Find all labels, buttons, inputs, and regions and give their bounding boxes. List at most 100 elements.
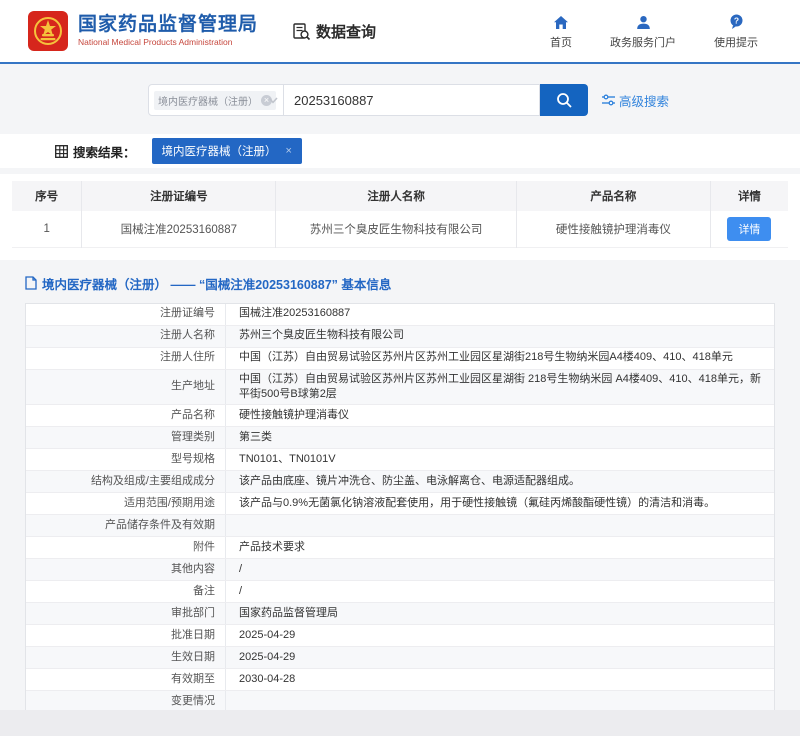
results-filter-tag-label: 境内医疗器械（注册）	[162, 143, 277, 159]
detail-row-storage-validity: 产品储存条件及有效期	[26, 515, 774, 537]
detail-value: 中国（江苏）自由贸易试验区苏州片区苏州工业园区星湖街 218号生物纳米园 A4楼…	[226, 370, 774, 405]
detail-value: /	[226, 559, 774, 580]
cell-reg-no: 国械注准20253160887	[82, 211, 276, 247]
detail-value: 国械注准20253160887	[226, 304, 774, 325]
cell-index: 1	[12, 211, 82, 247]
search-button[interactable]	[540, 84, 588, 116]
basic-info-section-header: 境内医疗器械（注册） —— “国械注准20253160887” 基本信息	[25, 274, 800, 293]
detail-row-approval-date: 批准日期 2025-04-29	[26, 625, 774, 647]
module-label: 数据查询	[316, 21, 376, 42]
detail-value: TN0101、TN0101V	[226, 449, 774, 470]
detail-label: 备注	[26, 581, 226, 602]
detail-row-management-class: 管理类别 第三类	[26, 427, 774, 449]
nav-item-home[interactable]: 首页	[550, 13, 572, 50]
results-header-row: 序号 注册证编号 注册人名称 产品名称 详情	[12, 181, 788, 211]
detail-value: 苏州三个臭皮匠生物科技有限公司	[226, 326, 774, 347]
user-icon	[636, 13, 651, 30]
search-area: 境内医疗器械（注册） × 高级搜索	[148, 84, 800, 116]
header: 国家药品监督管理局 National Medical Products Admi…	[0, 0, 800, 64]
detail-row-other-content: 其他内容 /	[26, 559, 774, 581]
hint-bubble-icon: ?	[729, 13, 744, 30]
search-input[interactable]	[284, 84, 540, 116]
detail-value: 第三类	[226, 427, 774, 448]
header-nav: 首页 政务服务门户 ? 使用提示	[550, 13, 758, 50]
detail-label: 型号规格	[26, 449, 226, 470]
module-data-query[interactable]: 数据查询	[292, 21, 376, 42]
nav-label-gov-portal: 政务服务门户	[610, 34, 676, 50]
footer-band	[0, 710, 800, 736]
results-filter-tag[interactable]: 境内医疗器械（注册） ×	[152, 138, 302, 164]
col-header-product: 产品名称	[516, 181, 710, 211]
detail-value: 2025-04-29	[226, 647, 774, 668]
data-query-icon	[292, 22, 311, 41]
detail-label: 其他内容	[26, 559, 226, 580]
results-bar-label: 搜索结果：	[73, 142, 136, 161]
detail-row-product-name: 产品名称 硬性接触镜护理消毒仪	[26, 405, 774, 427]
advanced-search-label: 高级搜索	[619, 91, 669, 110]
detail-row-reg-no: 注册证编号 国械注准20253160887	[26, 304, 774, 326]
detail-value: 该产品与0.9%无菌氯化钠溶液配套使用，用于硬性接触镜（氟硅丙烯酸酯硬性镜）的清…	[226, 493, 774, 514]
category-tag: 境内医疗器械（注册） ×	[154, 91, 276, 110]
detail-label: 注册证编号	[26, 304, 226, 325]
category-tag-label: 境内医疗器械（注册）	[158, 93, 258, 108]
detail-row-registrant-address: 注册人住所 中国（江苏）自由贸易试验区苏州片区苏州工业园区星湖街218号生物纳米…	[26, 348, 774, 370]
nav-item-usage-tips[interactable]: ? 使用提示	[714, 13, 758, 50]
row-detail-button[interactable]: 详情	[727, 217, 771, 241]
col-header-registrant: 注册人名称	[276, 181, 517, 211]
search-icon	[556, 92, 573, 109]
detail-row-composition: 结构及组成/主要组成成分 该产品由底座、镜片冲洗仓、防尘盖、电泳解离仓、电源适配…	[26, 471, 774, 493]
results-table-block: 序号 注册证编号 注册人名称 产品名称 详情 1 国械注准20253160887…	[0, 174, 800, 260]
chevron-down-icon	[268, 97, 278, 104]
advanced-search-link[interactable]: 高级搜索	[602, 91, 669, 110]
document-icon	[25, 276, 37, 290]
nav-item-gov-portal[interactable]: 政务服务门户	[610, 13, 676, 50]
col-header-index: 序号	[12, 181, 82, 211]
detail-label: 有效期至	[26, 669, 226, 690]
detail-value: 国家药品监督管理局	[226, 603, 774, 624]
detail-label: 适用范围/预期用途	[26, 493, 226, 514]
cell-product: 硬性接触镜护理消毒仪	[516, 211, 710, 247]
col-header-detail: 详情	[710, 181, 788, 211]
detail-value: 中国（江苏）自由贸易试验区苏州片区苏州工业园区星湖街218号生物纳米园A4楼40…	[226, 348, 774, 369]
search-category-select[interactable]: 境内医疗器械（注册） ×	[148, 84, 284, 116]
results-table: 序号 注册证编号 注册人名称 产品名称 详情 1 国械注准20253160887…	[12, 181, 788, 248]
detail-value: 硬性接触镜护理消毒仪	[226, 405, 774, 426]
detail-value	[226, 515, 774, 536]
detail-row-registrant-name: 注册人名称 苏州三个臭皮匠生物科技有限公司	[26, 326, 774, 348]
site-title: 国家药品监督管理局	[78, 14, 258, 36]
detail-label: 附件	[26, 537, 226, 558]
detail-label: 产品储存条件及有效期	[26, 515, 226, 536]
detail-row-expiry-date: 有效期至 2030-04-28	[26, 669, 774, 691]
svg-text:?: ?	[733, 15, 738, 25]
site-title-block: 国家药品监督管理局 National Medical Products Admi…	[78, 14, 258, 48]
detail-value: 2025-04-29	[226, 625, 774, 646]
detail-row-model-spec: 型号规格 TN0101、TN0101V	[26, 449, 774, 471]
detail-value: 产品技术要求	[226, 537, 774, 558]
national-emblem-icon	[28, 11, 68, 51]
detail-label: 生效日期	[26, 647, 226, 668]
detail-label: 产品名称	[26, 405, 226, 426]
detail-row-effective-date: 生效日期 2025-04-29	[26, 647, 774, 669]
detail-value: 2030-04-28	[226, 669, 774, 690]
home-icon	[553, 13, 569, 30]
grid-icon	[55, 145, 68, 158]
basic-info-table: 注册证编号 国械注准20253160887 注册人名称 苏州三个臭皮匠生物科技有…	[25, 303, 775, 736]
filter-icon	[602, 94, 615, 106]
nav-label-usage-tips: 使用提示	[714, 34, 758, 50]
site-logo[interactable]: 国家药品监督管理局 National Medical Products Admi…	[28, 11, 258, 51]
search-results-bar: 搜索结果： 境内医疗器械（注册） ×	[0, 134, 800, 168]
detail-value: /	[226, 581, 774, 602]
detail-row-approval-dept: 审批部门 国家药品监督管理局	[26, 603, 774, 625]
detail-row-intended-use: 适用范围/预期用途 该产品与0.9%无菌氯化钠溶液配套使用，用于硬性接触镜（氟硅…	[26, 493, 774, 515]
detail-row-production-address: 生产地址 中国（江苏）自由贸易试验区苏州片区苏州工业园区星湖街 218号生物纳米…	[26, 370, 774, 406]
detail-row-remarks: 备注 /	[26, 581, 774, 603]
detail-label: 生产地址	[26, 370, 226, 405]
filter-tag-close-icon[interactable]: ×	[286, 145, 292, 157]
detail-label: 审批部门	[26, 603, 226, 624]
col-header-reg-no: 注册证编号	[82, 181, 276, 211]
nav-label-home: 首页	[550, 34, 572, 50]
basic-info-section-title: 境内医疗器械（注册） —— “国械注准20253160887” 基本信息	[42, 274, 391, 293]
table-row: 1 国械注准20253160887 苏州三个臭皮匠生物科技有限公司 硬性接触镜护…	[12, 211, 788, 247]
detail-value: 该产品由底座、镜片冲洗仓、防尘盖、电泳解离仓、电源适配器组成。	[226, 471, 774, 492]
site-subtitle: National Medical Products Administration	[78, 38, 258, 48]
